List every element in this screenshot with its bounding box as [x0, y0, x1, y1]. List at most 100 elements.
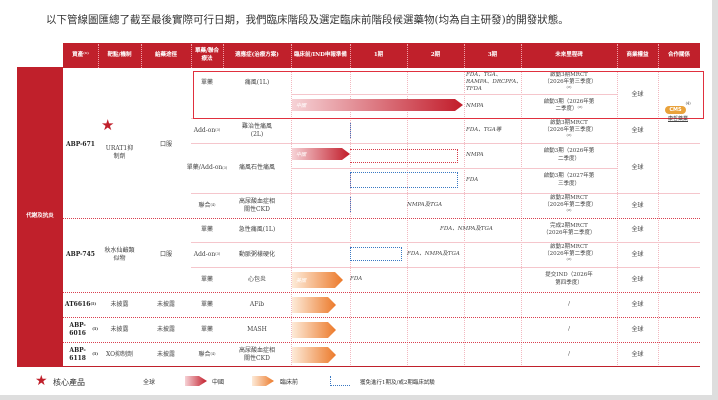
mode-text: 單藥 [200, 325, 213, 333]
regulator: FDA、NMPA及TGA [440, 226, 493, 233]
milestone: 啟動3期MRCT（2026年第三季度）⁽²⁾ [544, 119, 594, 141]
column-header: 1期 [373, 51, 384, 58]
commercial-rights: 全球 [631, 250, 644, 258]
column-header: 商業權益 [626, 51, 649, 58]
milestone: 啟動3期（2027年第三季度） [543, 173, 595, 187]
legend-preclinical-swatch [252, 376, 274, 386]
mode-text: Add-on [193, 126, 216, 134]
column-header: 給藥途徑 [154, 51, 177, 58]
core-product-star-icon: ★ [101, 116, 115, 134]
mode: 單藥 [189, 218, 225, 242]
column-header: 未來里程碑 [555, 51, 583, 58]
header-divider [223, 44, 224, 68]
footnote: (3) [215, 128, 221, 133]
legend-china: 中國 [212, 379, 225, 386]
asset-name-text: AT6616 [64, 300, 91, 308]
column-header: 臨床前/IND申報準備 [294, 51, 347, 58]
commercial-rights: 全球 [631, 201, 644, 209]
column-header: 2期 [430, 51, 441, 58]
indication: MASH [247, 325, 267, 333]
asset-name-text: ABP-6016 [69, 321, 86, 337]
asset-target: 未披露 [110, 300, 129, 308]
indication: AFib [249, 300, 265, 308]
column-header: 靶點/機制 [107, 51, 132, 58]
asset-target: 秋水仙鹼類似物 [104, 247, 135, 262]
indication: 痛風石性痛風 [238, 164, 275, 172]
waiver-marker [350, 123, 352, 138]
legend-core: 核心產品 [53, 378, 85, 387]
regulator: NMPA及TGA [407, 201, 443, 208]
asset-name: AT6616 (5) [63, 292, 98, 317]
footnote: (4) [210, 203, 216, 208]
milestone: / [568, 300, 570, 307]
partner-name: 康哲藥業 [667, 116, 688, 122]
waiver-outline [350, 172, 458, 188]
legend-china-swatch [185, 376, 207, 386]
regulator: NMPA [466, 151, 484, 158]
legend-waiver: 獲免進行1期及/或2期臨床試驗 [360, 380, 435, 386]
regulator: FDA、TGA等 [466, 126, 502, 133]
asset-name-text: ABP-671 [66, 140, 95, 148]
column-header: 3期 [487, 51, 498, 58]
commercial-rights: 全球 [631, 126, 644, 134]
header-divider [658, 44, 659, 68]
mode: 單藥/Add-on (3) [186, 143, 228, 193]
column-header: 合作關係 [667, 51, 690, 58]
column-header: 資產⁽¹⁾ [72, 51, 89, 58]
asset-name-text: ABP-6118 [69, 346, 86, 362]
asset-route: 未披露 [156, 300, 175, 308]
mode: 聯合 (4) [189, 193, 225, 218]
asset-route: 未披露 [156, 325, 175, 333]
header-divider [291, 44, 292, 68]
header-divider [617, 44, 618, 68]
indication: 動脈粥樣硬化 [238, 250, 275, 258]
header-divider [98, 44, 99, 68]
commercial-rights: 全球 [631, 350, 644, 358]
milestone: 提交IND（2026年第四季度） [545, 272, 593, 286]
highlight-box [193, 71, 704, 119]
mode-text: 單藥/Add-on [186, 164, 223, 172]
asset-name: ABP-6016 (5) [63, 317, 98, 342]
legend-global: 全球 [143, 379, 156, 386]
regulator: FDA、NMPA及TGA [407, 250, 460, 257]
commercial-rights: 全球 [631, 164, 644, 172]
asset-name-text: ABP-745 [66, 251, 95, 259]
regulator: FDA [466, 176, 479, 183]
milestone: / [568, 350, 570, 357]
indication: 高尿酸血症相關性CKD [238, 346, 275, 362]
waiver-marker [350, 197, 352, 212]
bar-label: 中國 [296, 151, 307, 158]
asset-name: ABP-6118 (5) [63, 342, 98, 367]
header-divider [141, 44, 142, 68]
indication: 高尿酸血症相關性CKD [238, 197, 275, 213]
milestone: 完成2期MRCT（2026年第二季度） [543, 222, 596, 236]
mode: Add-on (3) [189, 242, 225, 267]
mode-text: 單藥 [200, 226, 213, 234]
preclinical-bar [292, 322, 336, 338]
header-divider [521, 44, 522, 68]
preclinical-bar [292, 297, 336, 313]
milestone: 啟動2期MRCT（2026年第二季度）⁽²⁾ [544, 243, 594, 265]
indication: 心包炎 [247, 275, 266, 283]
header-divider [407, 44, 408, 68]
asset-target: XO抑制劑 [105, 350, 134, 358]
asset-target: 未披露 [110, 325, 129, 333]
commercial-rights: 全球 [631, 275, 644, 283]
legend-preclinical: 臨床前 [280, 379, 299, 386]
preclinical-bar [292, 347, 336, 363]
milestone: 啟動3期（2026年第二季度） [543, 148, 595, 162]
asset-route: 未披露 [156, 350, 175, 358]
indication: 急性痛風(1L) [238, 226, 276, 234]
footnote: (5) [90, 302, 97, 307]
mode: 單藥 [189, 267, 225, 292]
header-divider [464, 44, 465, 68]
header-divider [191, 44, 192, 68]
indication: 難治性痛風(2L) [241, 122, 272, 138]
partner-logo: CMS(4) 康哲藥業 [663, 96, 693, 122]
header-divider [350, 44, 351, 68]
milestone: 啟動2期MRCT（2026年第二季度）⁽²⁾ [544, 194, 594, 216]
cms-logo-icon: CMS [665, 106, 686, 114]
mode: 單藥 [189, 317, 225, 342]
category-label: 代謝及抗炎 [26, 213, 54, 220]
mode-text: 單藥 [200, 300, 213, 308]
